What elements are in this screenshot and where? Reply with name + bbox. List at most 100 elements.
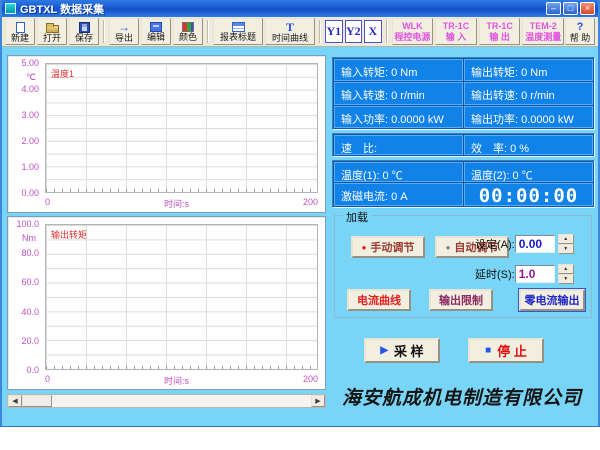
y-tick: 80.0 xyxy=(21,248,39,259)
torque-x-axis: 0 时间:s 200 xyxy=(45,374,318,386)
scrollbar-thumb[interactable] xyxy=(22,395,52,407)
report-title-button-label: 报表标题 xyxy=(219,32,256,42)
color-button-label: 颜色 xyxy=(178,32,197,42)
tr1c-input-button[interactable]: TR-1C 输 入 xyxy=(435,18,477,45)
y2-axis-button[interactable]: Y2 xyxy=(344,20,363,43)
open-button[interactable]: 打开 xyxy=(37,18,67,45)
elapsed-time-clock: 00:00:00 xyxy=(464,183,593,206)
sample-button-label: 采 样 xyxy=(394,344,424,359)
torque-y-axis: 100.0 Nm 80.0 60.0 40.0 20.0 0.0 xyxy=(8,219,43,375)
delay-input[interactable]: 1.0 xyxy=(514,265,555,283)
excitation-current-readout: 激磁电流: 0 A xyxy=(334,183,463,206)
save-button[interactable]: 保存 xyxy=(69,18,99,45)
maximize-button[interactable]: □ xyxy=(563,2,578,15)
temperature-plot-area[interactable]: 温度1 xyxy=(45,63,318,193)
torque-chart: 100.0 Nm 80.0 60.0 40.0 20.0 0.0 输出转矩 0 … xyxy=(7,216,326,390)
app-icon xyxy=(5,3,16,14)
y-tick: 0.00 xyxy=(21,188,39,198)
window-title: GBTXL 数据采集 xyxy=(20,3,105,16)
delay-row: 延时(S): 1.0 ▲ ▼ xyxy=(475,264,574,284)
current-curve-button[interactable]: 电流曲线 xyxy=(347,289,411,311)
x-axis-button[interactable]: X xyxy=(364,20,382,43)
open-button-label: 打开 xyxy=(42,32,61,43)
series-label: 温度1 xyxy=(51,69,75,79)
y-axis-unit: Nm xyxy=(22,233,36,243)
play-icon: ▶ xyxy=(380,345,389,356)
set-current-stepper[interactable]: ▲ ▼ xyxy=(557,234,574,254)
delay-stepper[interactable]: ▲ ▼ xyxy=(557,264,574,284)
tr1c-output-line1: TR-1C xyxy=(486,20,513,31)
edit-button-label: 编辑 xyxy=(146,32,165,42)
toolbar-separator xyxy=(385,20,388,43)
temperature-y-axis: 5.00 ℃ 4.00 3.00 2.00 1.00 0.00 xyxy=(8,58,43,198)
ratio-efficiency-panel: 速 比: 效 率: 0 % xyxy=(332,133,595,157)
save-disk-icon xyxy=(78,21,90,33)
y-tick: 0.0 xyxy=(26,365,39,375)
edit-button[interactable]: 编辑 xyxy=(141,18,171,45)
help-button-label: 帮 助 xyxy=(569,33,591,43)
chart-horizontal-scrollbar[interactable]: ◀ ▶ xyxy=(7,394,326,408)
stop-button[interactable]: ■ 停 止 xyxy=(468,338,544,363)
y-axis-unit: ℃ xyxy=(25,72,36,82)
x-axis-minor-ticks xyxy=(46,189,317,192)
x-axis-minor-ticks xyxy=(46,366,317,369)
y1-axis-button[interactable]: Y1 xyxy=(325,20,343,43)
radio-unselected-icon: ● xyxy=(445,242,451,252)
scroll-left-icon[interactable]: ◀ xyxy=(8,395,22,407)
scroll-right-icon[interactable]: ▶ xyxy=(311,395,325,407)
report-table-icon xyxy=(231,22,245,32)
toolbar-separator xyxy=(319,20,321,43)
toolbar: 新建 打开 保存 → 导出 编辑 颜色 报表标题 T 时间曲线 Y1 Y2 X … xyxy=(2,17,598,47)
input-speed-readout: 输入转速: 0 r/min xyxy=(334,82,463,105)
help-button[interactable]: ? 帮 助 xyxy=(565,18,596,45)
time-curve-button-label: 时间曲线 xyxy=(271,33,308,43)
tr1c-output-button[interactable]: TR-1C 输 出 xyxy=(478,18,521,45)
temperature-1-readout: 温度(1): 0 ℃ xyxy=(334,162,463,183)
tem2-temperature-button[interactable]: TEM-2 温度测量 xyxy=(522,18,565,45)
spin-up-icon[interactable]: ▲ xyxy=(557,264,574,274)
set-current-input[interactable]: 0.00 xyxy=(514,235,555,253)
set-current-row: 设定(A): 0.00 ▲ ▼ xyxy=(475,234,574,254)
title-bar: GBTXL 数据采集 – □ × xyxy=(2,0,598,17)
torque-plot-area[interactable]: 输出转矩 xyxy=(45,224,318,370)
y-tick: 4.00 xyxy=(21,84,39,94)
tr1c-output-line2: 输 出 xyxy=(489,31,510,42)
time-curve-button[interactable]: T 时间曲线 xyxy=(265,18,315,45)
app-window: GBTXL 数据采集 – □ × 新建 打开 保存 → 导出 编辑 颜色 报表标… xyxy=(0,0,600,427)
input-power-readout: 输入功率: 0.0000 kW xyxy=(334,105,463,128)
export-arrow-icon: → xyxy=(118,20,130,34)
load-group-box: 加载 ● 手动调节 ● 自动调节 设定(A): 0.00 ▲ ▼ 延时(S): … xyxy=(334,209,592,318)
color-button[interactable]: 颜色 xyxy=(173,18,203,45)
y-tick: 60.0 xyxy=(21,277,39,288)
wlk-power-line2: 程控电源 xyxy=(394,31,431,42)
x-tick-end: 200 xyxy=(302,374,318,384)
export-button[interactable]: → 导出 xyxy=(109,18,139,45)
minimize-button[interactable]: – xyxy=(546,2,561,15)
new-button-label: 新建 xyxy=(10,32,29,43)
tr1c-input-line1: TR-1C xyxy=(442,20,470,31)
main-area: 5.00 ℃ 4.00 3.00 2.00 1.00 0.00 温度1 0 时间… xyxy=(2,47,598,426)
wlk-power-button[interactable]: WLK 程控电源 xyxy=(391,18,434,45)
sample-button[interactable]: ▶ 采 样 xyxy=(364,338,440,363)
zero-current-output-button[interactable]: 零电流输出 xyxy=(518,288,586,312)
output-limit-button[interactable]: 输出限制 xyxy=(429,289,493,311)
spin-up-icon[interactable]: ▲ xyxy=(557,234,574,244)
tr1c-input-line2: 输 入 xyxy=(445,31,467,42)
torque-speed-power-panel: 输入转矩: 0 Nm 输出转矩: 0 Nm 输入转速: 0 r/min 输出转速… xyxy=(332,57,595,130)
y-tick: 2.00 xyxy=(21,136,39,146)
y-tick: 40.0 xyxy=(21,306,39,317)
x-tick-start: 0 xyxy=(45,197,51,207)
close-button[interactable]: × xyxy=(580,2,595,15)
manual-adjust-button[interactable]: ● 手动调节 xyxy=(351,236,425,258)
new-button[interactable]: 新建 xyxy=(5,18,35,45)
y-tick: 20.0 xyxy=(21,335,39,346)
output-power-readout: 输出功率: 0.0000 kW xyxy=(464,105,593,128)
toolbar-separator xyxy=(207,20,209,43)
report-title-button[interactable]: 报表标题 xyxy=(213,18,263,45)
spin-down-icon[interactable]: ▼ xyxy=(557,274,574,284)
scrollbar-track[interactable] xyxy=(52,395,311,407)
save-button-label: 保存 xyxy=(74,32,93,43)
export-button-label: 导出 xyxy=(114,33,133,43)
y-tick: 3.00 xyxy=(21,110,39,120)
spin-down-icon[interactable]: ▼ xyxy=(557,244,574,254)
